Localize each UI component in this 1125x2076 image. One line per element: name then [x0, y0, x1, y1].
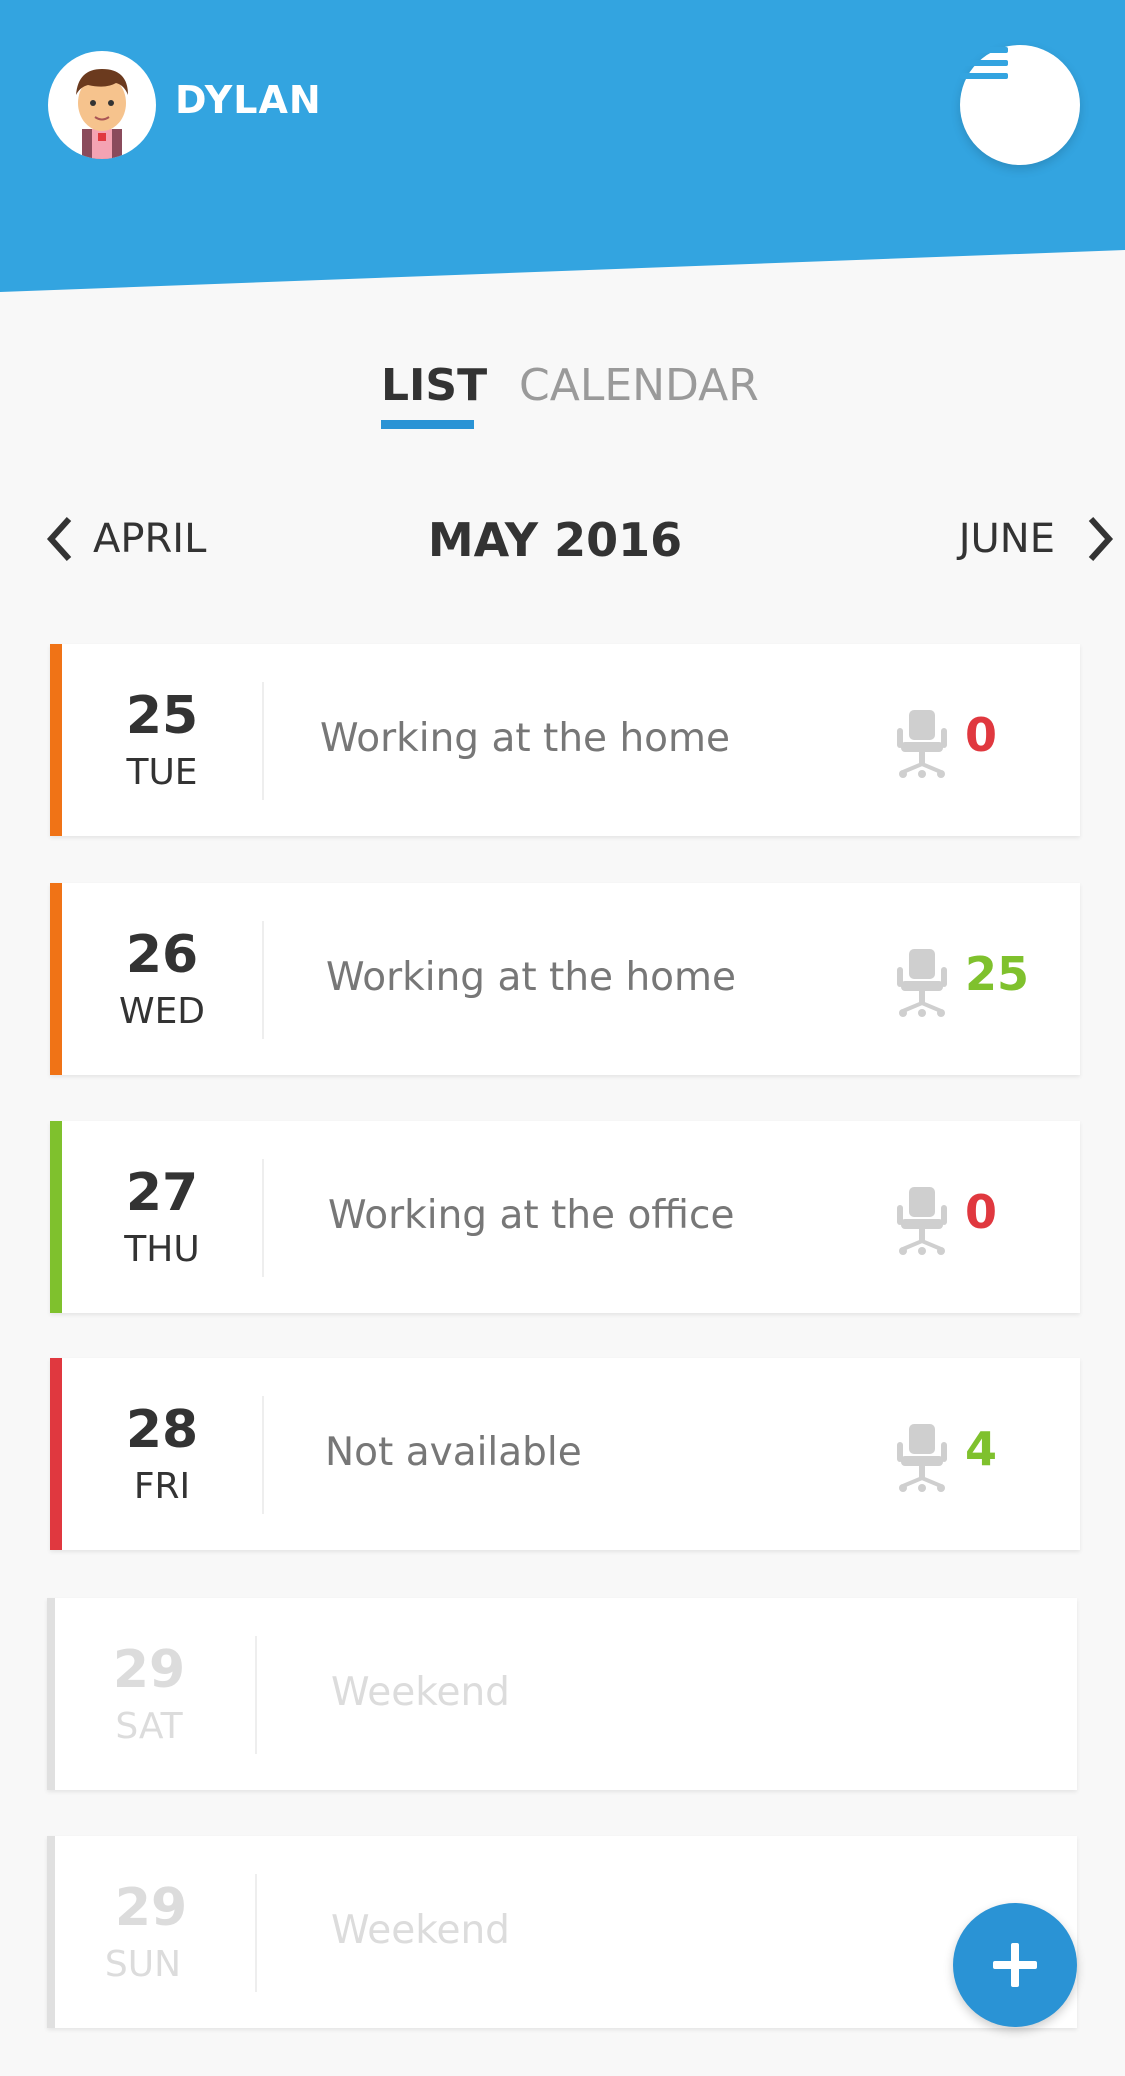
status-bar — [50, 883, 62, 1075]
day-of-week: FRI — [133, 1466, 191, 1507]
seat-count: 0 — [965, 1185, 998, 1239]
username: DYLAN — [175, 78, 322, 122]
day-status-text: Not available — [325, 1430, 582, 1475]
day-date: 28 FRI — [62, 1358, 262, 1550]
day-number: 29 — [114, 1878, 188, 1938]
day-date: 27 THU — [62, 1121, 262, 1313]
day-card[interactable]: 25 TUE Working at the home 0 — [50, 644, 1080, 836]
day-card[interactable]: 29 SAT Weekend — [47, 1598, 1077, 1790]
office-chair-icon — [897, 949, 947, 1017]
month-navigation: APRIL MAY 2016 JUNE — [0, 513, 1125, 575]
active-tab-indicator — [381, 420, 474, 429]
avatar-icon — [76, 69, 128, 159]
day-date: 29 SUN — [43, 1836, 243, 2028]
office-chair-icon — [897, 1187, 947, 1255]
menu-button[interactable] — [960, 45, 1080, 165]
day-of-week: TUE — [126, 752, 198, 793]
seat-count: 25 — [965, 947, 1030, 1001]
day-number: 25 — [125, 686, 199, 746]
avatar[interactable] — [48, 51, 156, 159]
day-of-week: WED — [118, 991, 206, 1032]
day-status-text: Working at the home — [320, 716, 731, 761]
day-number: 27 — [125, 1163, 199, 1223]
day-status-text: Weekend — [331, 1908, 510, 1953]
status-bar — [50, 644, 62, 836]
day-of-week: SUN — [104, 1944, 182, 1985]
chevron-right-icon — [1088, 516, 1114, 562]
add-button[interactable] — [953, 1903, 1077, 2027]
office-chair-icon — [897, 1424, 947, 1492]
day-date: 25 TUE — [62, 644, 262, 836]
divider — [262, 682, 264, 800]
next-month-label: JUNE — [958, 516, 1055, 562]
day-number: 29 — [112, 1640, 186, 1700]
day-status-text: Working at the home — [326, 955, 737, 1000]
day-status-text: Weekend — [331, 1670, 510, 1715]
day-number: 26 — [125, 925, 199, 985]
day-card[interactable]: 28 FRI Not available 4 — [50, 1358, 1080, 1550]
status-bar — [50, 1121, 62, 1313]
divider — [262, 1396, 264, 1514]
day-date: 26 WED — [62, 883, 262, 1075]
day-card[interactable]: 26 WED Working at the home 25 — [50, 883, 1080, 1075]
day-number: 28 — [125, 1400, 199, 1460]
seat-count: 0 — [965, 708, 998, 762]
divider — [255, 1874, 257, 1992]
app-header: DYLAN — [0, 0, 1125, 300]
next-month-button[interactable]: JUNE — [959, 515, 1115, 563]
divider — [262, 921, 264, 1039]
status-bar — [50, 1358, 62, 1550]
tab-list[interactable]: LIST — [381, 360, 487, 411]
day-date: 29 SAT — [49, 1598, 249, 1790]
day-card[interactable]: 29 SUN Weekend — [47, 1836, 1077, 2028]
day-status-text: Working at the office — [328, 1193, 735, 1238]
seat-count: 4 — [965, 1422, 998, 1476]
day-card[interactable]: 27 THU Working at the office 0 — [50, 1121, 1080, 1313]
plus-icon — [993, 1943, 1037, 1987]
day-of-week: SAT — [115, 1706, 183, 1747]
divider — [262, 1159, 264, 1277]
header-background — [0, 0, 1125, 292]
office-chair-icon — [897, 710, 947, 778]
day-of-week: THU — [124, 1229, 200, 1270]
view-tabs: LIST CALENDAR — [0, 360, 1125, 440]
current-month: MAY 2016 — [427, 513, 683, 567]
hamburger-icon — [960, 47, 1008, 79]
tab-calendar[interactable]: CALENDAR — [519, 360, 759, 411]
divider — [255, 1636, 257, 1754]
